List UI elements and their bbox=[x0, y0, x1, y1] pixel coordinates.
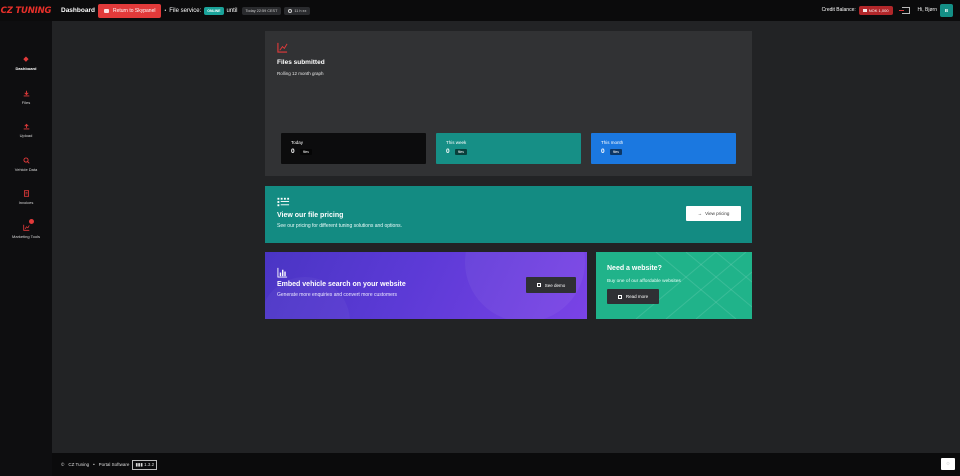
stat-unit: files bbox=[455, 149, 467, 155]
sidebar-item-dashboard[interactable]: ◆ Dashboard bbox=[0, 56, 52, 71]
clock-icon bbox=[288, 8, 293, 13]
stat-this-month: This month 0 files bbox=[591, 133, 736, 164]
logo-text: CZ TUNING bbox=[0, 5, 52, 16]
pricing-list-icon bbox=[277, 197, 290, 207]
credit-balance-value: NOK 1,000 bbox=[868, 7, 889, 13]
stat-label: This month bbox=[601, 140, 624, 145]
settings-button[interactable]: ⚙ bbox=[941, 458, 955, 470]
file-service-label: File service: bbox=[169, 7, 202, 14]
upload-icon bbox=[23, 123, 30, 130]
stat-value: 0 bbox=[446, 148, 450, 155]
version-badge: ▮▮▮ 1.3.2 bbox=[132, 459, 158, 470]
stat-label: This week bbox=[446, 140, 467, 145]
diamond-icon: ◆ bbox=[23, 56, 29, 63]
stat-this-week: This week 0 files bbox=[436, 133, 581, 164]
duration-text: 11 h xx bbox=[294, 8, 307, 13]
see-demo-button[interactable]: See demo bbox=[526, 277, 576, 293]
embed-card-title: Embed vehicle search on your website bbox=[277, 281, 406, 288]
read-more-button[interactable]: Read more bbox=[607, 289, 659, 304]
arrow-right-icon: → bbox=[697, 211, 703, 216]
main-content: Files submitted Rolling 12 month graph T… bbox=[52, 21, 960, 453]
website-card-subtitle: Buy one of our affordable websites bbox=[607, 279, 681, 284]
sidebar-item-label: Upload bbox=[19, 133, 33, 138]
avatar[interactable]: B bbox=[940, 3, 953, 17]
notification-dot bbox=[29, 219, 34, 224]
stat-label: Today bbox=[291, 140, 304, 145]
stat-value: 0 bbox=[601, 148, 605, 155]
read-more-label: Read more bbox=[625, 294, 649, 299]
status-badge: ONLINE bbox=[204, 6, 224, 15]
brand-logo[interactable]: CZ TUNING bbox=[0, 0, 52, 21]
stat-unit: files bbox=[300, 149, 312, 155]
gear-icon: ⚙ bbox=[945, 461, 951, 466]
sidebar-item-label: Marketing Tools bbox=[12, 234, 40, 239]
separator-dot: • bbox=[164, 7, 167, 14]
sidebar-item-label: Vehicle Data bbox=[14, 167, 38, 172]
sidebar-item-invoices[interactable]: Invoices bbox=[0, 190, 52, 205]
until-time-chip: Today 22:59 CEST bbox=[241, 6, 282, 15]
page-title: Dashboard bbox=[61, 7, 95, 14]
sidebar-item-label: Files bbox=[21, 100, 31, 105]
external-link-icon bbox=[617, 294, 622, 299]
credit-balance-badge[interactable]: NOK 1,000 bbox=[858, 5, 893, 15]
footer-separator: • bbox=[93, 462, 95, 467]
company-name: CZ Tuning bbox=[68, 462, 90, 467]
website-bg-pattern bbox=[635, 252, 752, 319]
external-link-icon bbox=[536, 283, 541, 287]
user-greeting: Hi, Bjørn bbox=[917, 7, 937, 13]
stat-value: 0 bbox=[291, 148, 295, 155]
avatar-initial: B bbox=[944, 7, 949, 13]
sidebar-item-label: Invoices bbox=[18, 200, 34, 205]
view-pricing-button[interactable]: → View pricing bbox=[686, 206, 741, 221]
sidebar-item-marketing-tools[interactable]: Marketing Tools bbox=[0, 219, 52, 239]
embed-search-card: Embed vehicle search on your website Gen… bbox=[265, 252, 587, 319]
return-icon bbox=[103, 8, 109, 13]
website-card-title: Need a website? bbox=[607, 265, 662, 272]
files-card-title: Files submitted bbox=[277, 59, 325, 66]
footer: © CZ Tuning • Portal Software ▮▮▮ 1.3.2 … bbox=[52, 453, 960, 476]
see-demo-label: See demo bbox=[544, 282, 566, 288]
stat-today: Today 0 files bbox=[281, 133, 426, 164]
duration-chip: 11 h xx bbox=[284, 6, 311, 15]
top-bar: CZ TUNING Dashboard Return to Skypanel •… bbox=[0, 0, 960, 21]
need-website-card: Need a website? Buy one of our affordabl… bbox=[596, 252, 752, 319]
invoice-icon bbox=[23, 190, 30, 197]
stat-unit: files bbox=[610, 149, 622, 155]
line-chart-icon bbox=[277, 42, 288, 53]
pricing-card-title: View our file pricing bbox=[277, 212, 344, 219]
pricing-card-subtitle: See our pricing for different tuning sol… bbox=[277, 223, 402, 229]
view-pricing-label: View pricing bbox=[705, 211, 730, 216]
search-icon bbox=[22, 157, 30, 164]
sidebar: ◆ Dashboard Files Upload Vehicle Data In… bbox=[0, 21, 52, 476]
file-pricing-card: View our file pricing See our pricing fo… bbox=[265, 186, 752, 243]
copyright-symbol: © bbox=[61, 462, 65, 467]
app-root: CZ TUNING Dashboard Return to Skypanel •… bbox=[0, 0, 960, 476]
topbar-right: Credit Balance: NOK 1,000 Hi, Bjørn B bbox=[822, 3, 953, 17]
files-card-subtitle: Rolling 12 month graph bbox=[277, 71, 324, 76]
sidebar-item-vehicle-data[interactable]: Vehicle Data bbox=[0, 157, 52, 172]
credit-balance-label: Credit Balance: bbox=[821, 7, 856, 13]
bar-chart-icon bbox=[277, 267, 288, 278]
download-icon bbox=[23, 90, 30, 97]
chart-icon bbox=[22, 224, 30, 231]
return-to-skypanel-button[interactable]: Return to Skypanel bbox=[97, 3, 162, 18]
sidebar-item-upload[interactable]: Upload bbox=[0, 123, 52, 138]
product-name: Portal Software bbox=[98, 462, 130, 467]
until-label: until bbox=[226, 7, 238, 14]
sidebar-item-files[interactable]: Files bbox=[0, 90, 52, 105]
files-submitted-card: Files submitted Rolling 12 month graph T… bbox=[265, 31, 752, 176]
wallet-icon bbox=[862, 8, 867, 12]
return-button-label: Return to Skypanel bbox=[112, 7, 156, 14]
logout-icon[interactable] bbox=[898, 6, 910, 14]
sidebar-item-label: Dashboard bbox=[15, 66, 37, 71]
embed-card-subtitle: Generate more enquiries and convert more… bbox=[277, 292, 398, 298]
